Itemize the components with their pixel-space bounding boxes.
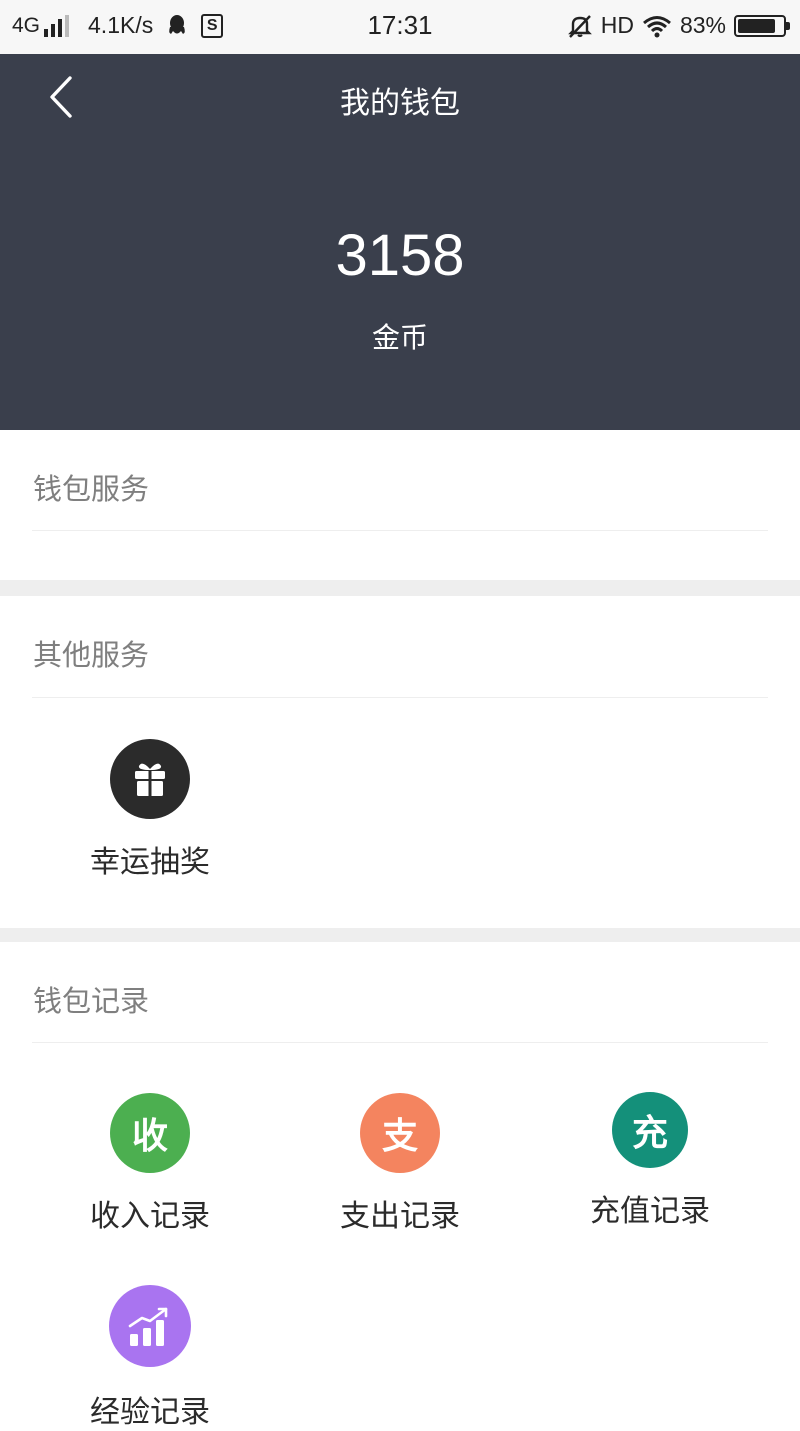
wallet-records-section: 钱包记录 收 收入记录 支 支出记录 充 充值记录 经验记录 bbox=[0, 942, 800, 1430]
section-gap bbox=[0, 928, 800, 942]
experience-record-label: 经验记录 bbox=[90, 1395, 210, 1430]
lucky-draw-button[interactable]: 幸运抽奖 bbox=[50, 739, 250, 881]
recharge-record-button[interactable]: 充 充值记录 bbox=[550, 1092, 750, 1230]
section-title: 其他服务 bbox=[33, 638, 150, 672]
divider bbox=[32, 1042, 768, 1043]
status-bar: 4G 4.1K/s S 17:31 HD 83% bbox=[0, 0, 800, 54]
expense-icon: 支 bbox=[360, 1093, 440, 1173]
income-icon: 收 bbox=[110, 1093, 190, 1173]
coin-balance: 3158 bbox=[335, 223, 465, 288]
wallet-service-section: 钱包服务 bbox=[0, 430, 800, 580]
divider bbox=[32, 697, 768, 698]
experience-record-button[interactable]: 经验记录 bbox=[50, 1285, 250, 1431]
coin-unit-label: 金币 bbox=[371, 321, 428, 354]
gift-icon bbox=[110, 739, 190, 819]
recharge-icon: 充 bbox=[612, 1092, 688, 1168]
recharge-record-label: 充值记录 bbox=[590, 1194, 710, 1229]
expense-record-label: 支出记录 bbox=[340, 1199, 460, 1234]
other-service-section: 其他服务 幸运抽奖 bbox=[0, 596, 800, 928]
wallet-header: 我的钱包 3158 金币 bbox=[0, 54, 800, 430]
section-gap bbox=[0, 580, 800, 596]
hd-indicator: HD bbox=[600, 12, 634, 38]
mute-bell-icon bbox=[567, 14, 592, 38]
income-record-label: 收入记录 bbox=[90, 1199, 210, 1234]
wifi-icon bbox=[642, 15, 671, 37]
income-record-button[interactable]: 收 收入记录 bbox=[50, 1093, 250, 1235]
page-title: 我的钱包 bbox=[340, 86, 460, 121]
section-title: 钱包记录 bbox=[33, 984, 150, 1018]
growth-chart-icon bbox=[109, 1285, 191, 1367]
battery-icon bbox=[734, 14, 790, 37]
lucky-draw-label: 幸运抽奖 bbox=[90, 845, 210, 880]
expense-record-button[interactable]: 支 支出记录 bbox=[300, 1093, 500, 1235]
battery-level bbox=[738, 18, 775, 33]
section-title: 钱包服务 bbox=[33, 472, 150, 506]
battery-percent: 83% bbox=[679, 12, 726, 38]
divider bbox=[32, 530, 768, 531]
